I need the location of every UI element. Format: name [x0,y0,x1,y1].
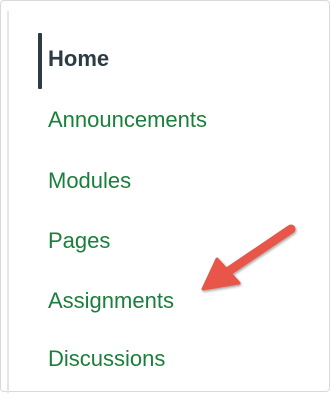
nav-item-home[interactable]: Home [48,44,109,74]
arrow-pointer-icon [201,224,296,291]
panel-left-border [7,11,9,393]
nav-item-assignments[interactable]: Assignments [48,286,174,316]
nav-item-discussions[interactable]: Discussions [48,344,165,374]
active-item-indicator [38,33,42,89]
nav-item-announcements[interactable]: Announcements [48,105,207,135]
course-navigation-panel: Home Announcements Modules Pages Assignm… [0,0,330,393]
nav-item-modules[interactable]: Modules [48,166,131,196]
nav-item-pages[interactable]: Pages [48,226,110,256]
